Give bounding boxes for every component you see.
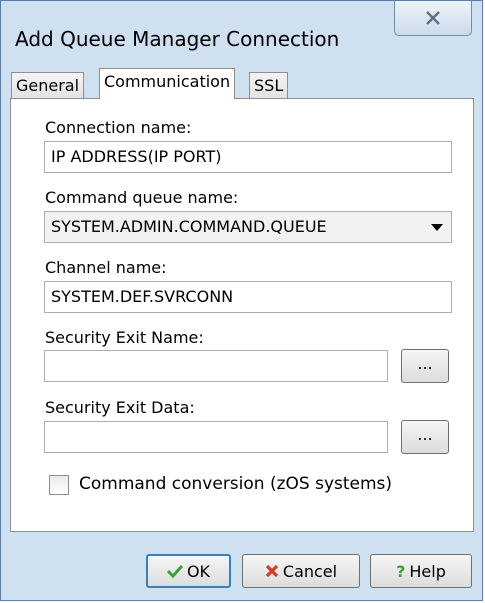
chevron-down-icon <box>431 224 443 231</box>
close-button[interactable] <box>394 1 472 36</box>
tab-communication[interactable]: Communication <box>99 68 236 99</box>
help-button-label: Help <box>409 561 446 581</box>
command-conversion-label[interactable]: Command conversion (zOS systems) <box>79 474 392 494</box>
dialog-window: Add Queue Manager Connection General Com… <box>0 0 483 601</box>
cancel-button[interactable]: Cancel <box>242 554 360 588</box>
window-title: Add Queue Manager Connection <box>15 27 340 51</box>
close-icon <box>426 11 440 25</box>
security-exit-name-browse-button[interactable]: ... <box>401 349 449 383</box>
security-exit-data-browse-button[interactable]: ... <box>401 420 449 454</box>
connection-name-input[interactable]: IP ADDRESS(IP PORT) <box>44 141 452 173</box>
ok-button-label: OK <box>186 561 211 581</box>
command-queue-select[interactable]: SYSTEM.ADMIN.COMMAND.QUEUE <box>44 211 452 243</box>
tab-general-label: General <box>16 76 80 95</box>
security-exit-data-input[interactable] <box>44 421 388 453</box>
security-exit-name-input[interactable] <box>44 350 388 382</box>
tab-ssl-label: SSL <box>254 76 284 95</box>
help-button[interactable]: ? Help <box>370 554 472 588</box>
tab-communication-label: Communication <box>104 72 231 91</box>
security-exit-data-label: Security Exit Data: <box>45 398 195 417</box>
connection-name-label: Connection name: <box>45 118 192 137</box>
channel-name-input[interactable]: SYSTEM.DEF.SVRCONN <box>44 281 452 313</box>
question-icon: ? <box>396 561 406 581</box>
x-icon <box>265 564 279 578</box>
tab-general[interactable]: General <box>11 72 85 99</box>
security-exit-name-label: Security Exit Name: <box>45 328 204 347</box>
cancel-button-label: Cancel <box>282 561 338 581</box>
command-queue-value: SYSTEM.ADMIN.COMMAND.QUEUE <box>51 217 327 236</box>
command-queue-label: Command queue name: <box>45 188 239 207</box>
tab-ssl[interactable]: SSL <box>249 72 289 99</box>
command-conversion-checkbox[interactable] <box>49 475 69 495</box>
ok-button[interactable]: OK <box>146 554 231 588</box>
check-icon <box>166 564 183 578</box>
channel-name-label: Channel name: <box>45 258 167 277</box>
